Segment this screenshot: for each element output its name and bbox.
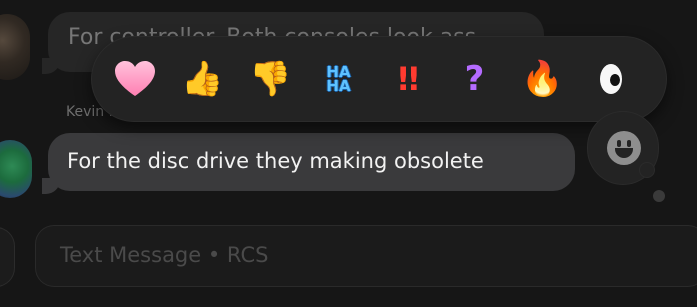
add-emoji-reaction-button[interactable]	[588, 112, 658, 192]
smiley-face-icon	[607, 131, 641, 165]
sender-avatar[interactable]	[0, 140, 32, 198]
contact-avatar[interactable]	[0, 14, 30, 80]
eyes-icon[interactable]	[582, 57, 639, 101]
selected-message-bubble[interactable]: For the disc drive they making obsolete	[48, 133, 575, 191]
thought-dot-large	[640, 163, 654, 177]
message-input[interactable]: Text Message • RCS	[36, 226, 697, 286]
eye-shape	[599, 64, 622, 94]
previous-bubble-tail	[42, 58, 60, 74]
selected-bubble-tail	[42, 178, 60, 194]
thumbs-up-icon[interactable]: 👍	[174, 57, 231, 101]
tapback-reactions: 👍 👎 HA HA !! ? 🔥	[106, 57, 650, 101]
exclamation-icon[interactable]: !!	[378, 57, 435, 101]
thumbs-down-icon[interactable]: 👎	[242, 57, 299, 101]
selected-message-text: For the disc drive they making obsolete	[67, 149, 484, 173]
fire-icon[interactable]: 🔥	[514, 57, 571, 101]
composer-accessory-button[interactable]	[0, 228, 14, 286]
thought-dot-small	[653, 190, 665, 202]
message-input-placeholder: Text Message • RCS	[60, 243, 269, 267]
tapback-reaction-picker: 👍 👎 HA HA !! ? 🔥	[92, 37, 666, 121]
haha-icon[interactable]: HA HA	[310, 57, 367, 101]
heart-icon[interactable]	[106, 57, 163, 101]
question-icon[interactable]: ?	[446, 57, 503, 101]
haha-line-2: HA	[326, 77, 351, 95]
